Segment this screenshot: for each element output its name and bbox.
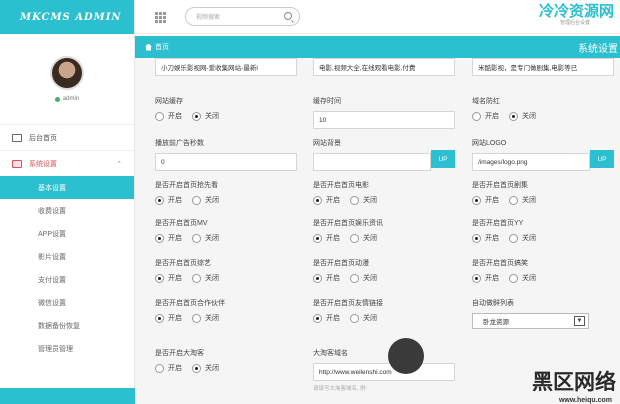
anime-off-radio[interactable]: 关闭 [350,273,377,283]
ent-news-label: 是否开启首页娱乐资讯 [313,220,383,227]
variety-label: 是否开启首页综艺 [155,260,211,267]
logo-upload-button[interactable]: UP [590,150,614,168]
taoke-domain-label: 大淘客域名 [313,350,348,357]
auto-collect-label: 自动做鲜列表 [472,300,514,307]
breadcrumb-home[interactable]: 首页 [155,42,169,52]
footer-watermark-url: www.heiqu.com [558,397,612,404]
links-off-radio[interactable]: 关闭 [350,313,377,323]
sidebar-item-dashboard[interactable]: 后台首页 [0,124,134,150]
cache-time-input[interactable]: 10 [313,111,455,129]
mv-label: 是否开启首页MV [155,220,208,227]
ent-news-off-radio[interactable]: 关闭 [350,233,377,243]
taoke-on-radio[interactable]: 开启 [155,363,182,373]
sidebar-sub-app[interactable]: APP设置 [0,222,134,245]
hot-preview-off-radio[interactable]: 关闭 [192,195,219,205]
watermark-logo-icon [388,338,424,374]
logo-label: 网站LOGO [472,140,507,147]
site-name-input[interactable]: 小刀娱乐影视网-爱收集网站-最新l [155,58,297,76]
series-label: 是否开启首页剧集 [472,182,528,189]
sidebar-sub-wechat[interactable]: 微信设置 [0,291,134,314]
sidebar-bottom-bar [0,388,135,404]
footer-watermark: 黑区网络 [532,371,616,394]
taoke-off-radio[interactable]: 关闭 [192,363,219,373]
ent-news-on-radio[interactable]: 开启 [313,233,340,243]
yy-on-radio[interactable]: 开启 [472,233,499,243]
search-input[interactable]: 视频搜索 [185,7,300,26]
watermark-title: 冷冷资源网 [538,3,614,20]
yy-label: 是否开启首页YY [472,220,524,227]
site-cache-on-radio[interactable]: 开启 [155,111,182,121]
taoke-domain-hint: 请填写大淘客域名, 例: [313,386,368,392]
sidebar: MKCMS ADMIN admin 后台首页 系统设置 ⌃ 基本设置 收费设置 … [0,0,135,404]
funny-on-radio[interactable]: 开启 [472,273,499,283]
sidebar-sub-pay[interactable]: 支付设置 [0,268,134,291]
avatar[interactable] [50,56,84,90]
site-keywords-input[interactable]: 电影,视频大全,在线观看电影,付费 [313,58,455,76]
movie-on-radio[interactable]: 开启 [313,195,340,205]
site-cache-label: 网站缓存 [155,98,183,105]
settings-icon [12,159,22,168]
search-icon[interactable] [284,12,292,20]
variety-off-radio[interactable]: 关闭 [192,273,219,283]
sidebar-sub-admins[interactable]: 管理员管理 [0,337,134,360]
hot-preview-on-radio[interactable]: 开启 [155,195,182,205]
sidebar-sub-basic[interactable]: 基本设置 [0,176,134,199]
username: admin [62,96,80,102]
domain-guard-off-radio[interactable]: 关闭 [509,111,536,121]
partners-label: 是否开启首页合作伙伴 [155,300,225,307]
funny-off-radio[interactable]: 关闭 [509,273,536,283]
breadcrumb: 首页 系统设置 [135,36,620,58]
domain-guard-on-radio[interactable]: 开启 [472,111,499,121]
funny-label: 是否开启首页搞笑 [472,260,528,267]
anime-label: 是否开启首页动漫 [313,260,369,267]
anime-on-radio[interactable]: 开启 [313,273,340,283]
links-label: 是否开启首页友情链接 [313,300,383,307]
hot-preview-label: 是否开启首页抢先看 [155,182,218,189]
mv-off-radio[interactable]: 关闭 [192,233,219,243]
user-profile: admin [0,34,134,124]
series-off-radio[interactable]: 关闭 [509,195,536,205]
movie-label: 是否开启首页电影 [313,182,369,189]
cache-time-label: 缓存时间 [313,98,341,105]
top-header: 视频搜索 冷冷资源网 管理后台设置 [135,0,620,34]
menu-grid-icon[interactable] [155,12,166,23]
background-upload-button[interactable]: UP [431,150,455,168]
site-description-input[interactable]: 米酷影视，是专门做剧集,电影等已 [472,58,614,76]
sidebar-sub-charge[interactable]: 收费设置 [0,199,134,222]
online-status-icon [54,96,60,102]
yy-off-radio[interactable]: 关闭 [509,233,536,243]
partners-off-radio[interactable]: 关闭 [192,313,219,323]
chevron-up-icon: ⌃ [116,160,122,168]
background-input[interactable] [313,153,431,171]
page-title: 系统设置 [578,43,618,55]
chevron-down-icon: ▼ [574,316,585,326]
app-logo[interactable]: MKCMS ADMIN [0,0,134,34]
ad-seconds-input[interactable]: 0 [155,153,297,171]
home-icon[interactable] [145,43,152,51]
links-on-radio[interactable]: 开启 [313,313,340,323]
logo-input[interactable]: /images/logo.png [472,153,590,171]
series-on-radio[interactable]: 开启 [472,195,499,205]
ad-seconds-label: 播放前广告秒数 [155,140,204,147]
domain-guard-label: 域名防红 [472,98,500,105]
variety-on-radio[interactable]: 开启 [155,273,182,283]
mv-on-radio[interactable]: 开启 [155,233,182,243]
taoke-domain-input[interactable]: http://www.weilenshi.com [313,363,455,381]
auto-collect-select[interactable]: 卧龙资源 ▼ [472,313,589,329]
monitor-icon [12,133,22,142]
watermark-subtitle: 管理后台设置 [559,20,590,26]
sidebar-sub-movie[interactable]: 影片设置 [0,245,134,268]
background-label: 网站背景 [313,140,341,147]
movie-off-radio[interactable]: 关闭 [350,195,377,205]
sidebar-sub-backup[interactable]: 数据备份恢复 [0,314,134,337]
sidebar-item-settings[interactable]: 系统设置 ⌃ [0,150,134,176]
settings-form: 小刀娱乐影视网-爱收集网站-最新l 电影,视频大全,在线观看电影,付费 米酷影视… [135,58,620,404]
taoke-label: 是否开启大淘客 [155,350,204,357]
partners-on-radio[interactable]: 开启 [155,313,182,323]
site-cache-off-radio[interactable]: 关闭 [192,111,219,121]
